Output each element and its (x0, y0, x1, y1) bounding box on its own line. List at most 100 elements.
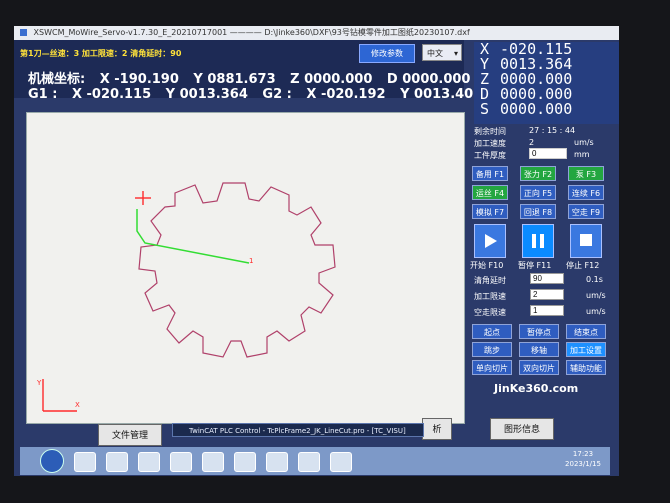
axis-row-s: S 0000.000 (474, 102, 619, 117)
drawing-canvas[interactable]: 1 Y X (26, 112, 465, 424)
brand-logo: JinKe360.com (494, 382, 579, 395)
language-select[interactable]: 中文 ▾ (422, 44, 462, 61)
header: 第1刀—丝速：3 加工限速：2 清角延时：90 修改参数 中文 ▾ 机械坐标: … (14, 40, 482, 102)
start-label: 开始 F10 (470, 261, 504, 270)
pause-icon (532, 234, 544, 248)
axis-readout: X -020.115 Y 0013.364 Z 0000.000 D 0000.000 … (474, 42, 619, 124)
clean-delay-input[interactable] (530, 273, 564, 284)
app-icon-e[interactable] (266, 452, 288, 472)
app-icon-c[interactable] (202, 452, 224, 472)
modify-params-button[interactable]: 修改参数 (359, 44, 415, 63)
process-limit-input[interactable] (530, 289, 564, 300)
machine-d: D 0000.000 (386, 72, 471, 87)
file-icon[interactable] (106, 452, 128, 472)
part-outline (138, 182, 336, 358)
remaining-label: 剩余时间 (474, 127, 506, 136)
move-axis-button[interactable]: 移轴 (519, 342, 559, 357)
taskbar: 17:23 2023/1/15 (20, 447, 610, 475)
axis-x-glyph: X (75, 401, 80, 409)
simulate-f7-button[interactable]: 模拟 F7 (472, 204, 508, 219)
language-value: 中文 (427, 49, 443, 58)
speed-unit: um/s (574, 138, 594, 147)
system-clock[interactable]: 17:23 2023/1/15 (553, 449, 613, 469)
window-title: XSWCM_MoWire_Servo-v1.7.30_E_20210717001… (33, 28, 470, 37)
pause-point-button[interactable]: 暂停点 (519, 324, 559, 339)
start-button[interactable] (474, 224, 506, 258)
aux-function-button[interactable]: 辅助功能 (566, 360, 606, 375)
machine-x: X -190.190 (99, 72, 179, 87)
g1-label: G1 : (28, 87, 58, 102)
single-slice-button[interactable]: 单向切片 (472, 360, 512, 375)
axis-y-glyph: Y (36, 379, 42, 387)
app-window: XSWCM_MoWire_Servo-v1.7.30_E_20210717001… (14, 26, 619, 476)
speed-value: 2 (529, 138, 535, 147)
back-f8-button[interactable]: 回退 F8 (520, 204, 556, 219)
process-settings-button[interactable]: 加工设置 (566, 342, 606, 357)
speed-label: 加工速度 (474, 139, 506, 148)
g1-x: X -020.115 (71, 87, 152, 102)
spare-f1-button[interactable]: 备用 F1 (472, 166, 508, 181)
axis-label: S (480, 100, 490, 118)
app-icon-b[interactable] (170, 452, 192, 472)
thickness-unit: mm (574, 150, 590, 159)
tooltip-text: TwinCAT PLC Control - TcPlcFrame2_JK_Lin… (189, 427, 406, 435)
title-bar: XSWCM_MoWire_Servo-v1.7.30_E_20210717001… (14, 26, 619, 40)
cut-path (136, 209, 250, 264)
process-limit-unit: um/s (586, 291, 606, 300)
idle-limit-unit: um/s (586, 307, 606, 316)
g1-y: Y 0013.364 (165, 87, 248, 102)
cursor-marker (135, 191, 151, 205)
taskbar-tooltip: TwinCAT PLC Control - TcPlcFrame2_JK_Lin… (172, 423, 424, 437)
windows-start-icon[interactable] (40, 449, 64, 473)
process-limit-label: 加工限速 (474, 292, 506, 301)
axis-value: 0000.000 (500, 100, 573, 118)
idle-limit-label: 空走限速 (474, 308, 506, 317)
idle-f9-button[interactable]: 空走 F9 (568, 204, 604, 219)
pump-f3-button[interactable]: 泵 F3 (568, 166, 604, 181)
app-icon-g[interactable] (330, 452, 352, 472)
play-icon (485, 234, 497, 248)
end-point-button[interactable]: 结束点 (566, 324, 606, 339)
file-manager-button[interactable]: 文件管理 (98, 424, 162, 446)
analyze-button[interactable]: 析 (422, 418, 452, 440)
toolpath-drawing: 1 Y X (36, 182, 336, 412)
graphics-info-button[interactable]: 图形信息 (490, 418, 554, 440)
app-icon (20, 29, 27, 36)
g2-x: X -020.192 (306, 87, 386, 102)
clean-delay-label: 清角延时 (474, 276, 506, 285)
thickness-label: 工件厚度 (474, 151, 506, 160)
stop-label: 停止 F12 (566, 261, 600, 270)
browser-icon[interactable] (74, 452, 96, 472)
clock-time: 17:23 (572, 450, 594, 458)
idle-limit-input[interactable] (530, 305, 564, 316)
remaining-value: 27 : 15 : 44 (529, 126, 576, 135)
app-icon-a[interactable] (138, 452, 160, 472)
machine-coords-label: 机械坐标: (28, 72, 86, 87)
thickness-input[interactable] (529, 148, 567, 159)
pause-button[interactable] (522, 224, 554, 258)
status-text: 第1刀—丝速：3 加工限速：2 清角延时：90 (20, 49, 182, 58)
start-point-label: 1 (249, 257, 253, 265)
stop-button[interactable] (570, 224, 602, 258)
forward-f5-button[interactable]: 正向 F5 (520, 185, 556, 200)
g2-y: Y 0013.406 (400, 87, 483, 102)
g2-label: G2 : (262, 87, 292, 102)
info-panel: 剩余时间 27 : 15 : 44 加工速度 2 um/s 工件厚度 mm (474, 126, 619, 164)
tension-f2-button[interactable]: 张力 F2 (520, 166, 556, 181)
clock-date: 2023/1/15 (565, 460, 601, 468)
start-point-button[interactable]: 起点 (472, 324, 512, 339)
continuous-f6-button[interactable]: 连续 F6 (568, 185, 604, 200)
wire-f4-button[interactable]: 运丝 F4 (472, 185, 508, 200)
app-icon-f[interactable] (298, 452, 320, 472)
jump-step-button[interactable]: 跳步 (472, 342, 512, 357)
pause-label: 暂停 F11 (518, 261, 552, 270)
clean-delay-unit: 0.1s (586, 275, 603, 284)
machine-y: Y 0881.673 (193, 72, 276, 87)
double-slice-button[interactable]: 双向切片 (519, 360, 559, 375)
origin-axes-icon (42, 379, 77, 412)
stop-icon (580, 234, 592, 246)
machine-z: Z 0000.000 (290, 72, 373, 87)
g-coords: G1 : X -020.115 Y 0013.364 G2 : X -020.1… (28, 87, 492, 102)
machine-coords: 机械坐标: X -190.190 Y 0881.673 Z 0000.000 D… (28, 68, 480, 87)
app-icon-d[interactable] (234, 452, 256, 472)
